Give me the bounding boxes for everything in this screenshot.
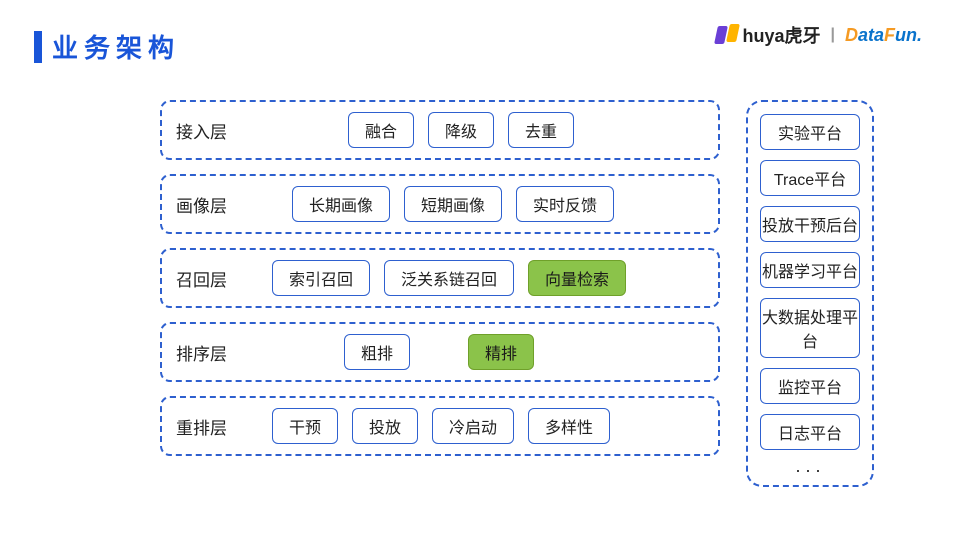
layer-label: 画像层 [176,192,246,217]
page-title: 业务架构 [52,28,180,65]
layer-排序层: 排序层 粗排 精排 [160,322,720,382]
module-box: 实时反馈 [516,186,614,222]
platform-box: 日志平台 [760,414,860,450]
platform-box: 实验平台 [760,114,860,150]
layer-label: 召回层 [176,266,246,291]
platform-sidebar: 实验平台 Trace平台投放干预后台机器学习平台大数据处理平台监控平台日志平台 ··… [746,100,874,487]
module-box: 向量检索 [528,260,626,296]
module-box: 冷启动 [432,408,514,444]
huya-logo: huya虎牙 [716,22,820,48]
layer-画像层: 画像层 长期画像短期画像实时反馈 [160,174,720,234]
layer-items: 索引召回泛关系链召回向量检索 [272,260,704,296]
brand-bar: huya虎牙 | DataFun. [716,22,922,48]
platform-box: 大数据处理平台 [760,298,860,358]
layer-label: 接入层 [176,118,246,143]
title-accent [34,31,42,63]
layer-label: 排序层 [176,340,246,365]
brand-separator: | [831,26,835,44]
layer-items: 长期画像短期画像实时反馈 [292,186,704,222]
module-box: 去重 [508,112,574,148]
layer-stack: 接入层 融合降级去重画像层 长期画像短期画像实时反馈召回层 索引召回泛关系链召回向量检… [160,100,720,487]
layer-items: 粗排 精排 [344,334,704,370]
platform-box: 投放干预后台 [760,206,860,242]
architecture-diagram: 接入层 融合降级去重画像层 长期画像短期画像实时反馈召回层 索引召回泛关系链召回向量检… [160,100,874,487]
layer-接入层: 接入层 融合降级去重 [160,100,720,160]
platform-box: 监控平台 [760,368,860,404]
module-box: 干预 [272,408,338,444]
title-bar: 业务架构 [34,28,180,65]
module-box: 降级 [428,112,494,148]
ellipsis: ··· [795,460,825,481]
module-box: 粗排 [344,334,410,370]
module-box: 短期画像 [404,186,502,222]
layer-items: 干预投放冷启动多样性 [272,408,704,444]
layer-重排层: 重排层 干预投放冷启动多样性 [160,396,720,456]
module-box: 融合 [348,112,414,148]
datafun-logo: DataFun. [845,25,922,46]
module-box: 投放 [352,408,418,444]
module-box: 长期画像 [292,186,390,222]
layer-items: 融合降级去重 [348,112,704,148]
huya-icon [716,24,738,46]
layer-召回层: 召回层 索引召回泛关系链召回向量检索 [160,248,720,308]
layer-label: 重排层 [176,414,246,439]
platform-box: 机器学习平台 [760,252,860,288]
huya-text: huya虎牙 [742,22,820,48]
platform-box: Trace平台 [760,160,860,196]
module-box: 索引召回 [272,260,370,296]
module-box: 多样性 [528,408,610,444]
module-box: 精排 [468,334,534,370]
module-box: 泛关系链召回 [384,260,514,296]
